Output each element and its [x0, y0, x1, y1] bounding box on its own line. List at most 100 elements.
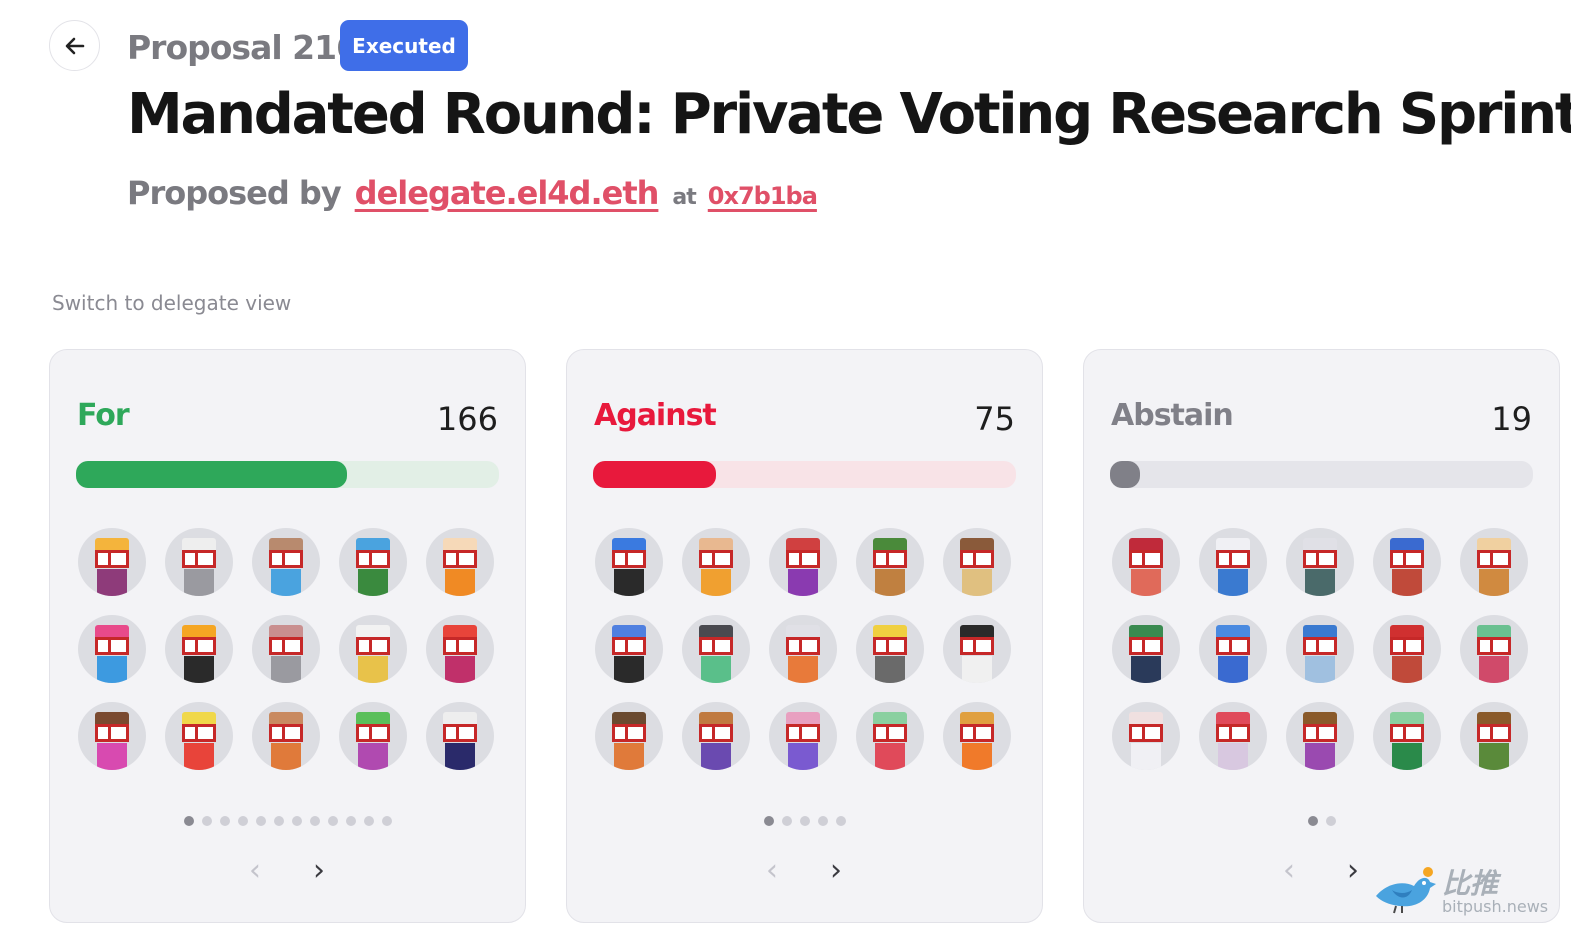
voter-avatar[interactable] [252, 528, 320, 596]
voter-avatar[interactable] [769, 528, 837, 596]
voter-avatar-grid [78, 528, 498, 774]
voter-avatar[interactable] [682, 528, 750, 596]
pagination-dot[interactable] [183, 816, 194, 826]
pagination-dots [50, 816, 525, 826]
voter-avatar[interactable] [943, 702, 1011, 770]
avatar-glasses [266, 637, 306, 655]
pagination-dot[interactable] [781, 816, 792, 826]
voter-avatar[interactable] [1373, 702, 1441, 770]
avatar-body [271, 656, 301, 683]
pagination-dot[interactable] [273, 816, 284, 826]
switch-to-delegate-view-link[interactable]: Switch to delegate view [52, 291, 291, 315]
avatar-body [1479, 743, 1509, 770]
voter-avatar[interactable] [1286, 615, 1354, 683]
pagination-dot[interactable] [799, 816, 810, 826]
voter-avatar[interactable] [943, 528, 1011, 596]
voter-avatar[interactable] [1112, 615, 1180, 683]
avatar-body [614, 656, 644, 683]
voter-avatar[interactable] [943, 615, 1011, 683]
avatar-glasses [870, 550, 910, 568]
chevron-left-icon[interactable]: ‹ [249, 856, 261, 886]
chevron-left-icon[interactable]: ‹ [1283, 856, 1295, 886]
pagination-dot[interactable] [327, 816, 338, 826]
pagination-dot[interactable] [1325, 816, 1336, 826]
avatar-glasses [1213, 550, 1253, 568]
voter-avatar[interactable] [78, 615, 146, 683]
avatar-glasses [1126, 724, 1166, 742]
avatar-glasses [440, 550, 480, 568]
voter-avatar[interactable] [1460, 528, 1528, 596]
avatar-body [1131, 743, 1161, 770]
voter-avatar[interactable] [1199, 702, 1267, 770]
voter-avatar[interactable] [1199, 615, 1267, 683]
avatar-body [358, 569, 388, 596]
pagination-dot[interactable] [363, 816, 374, 826]
voter-avatar[interactable] [1460, 615, 1528, 683]
voter-avatar[interactable] [682, 615, 750, 683]
watermark-cn: 比推 [1442, 867, 1499, 900]
pagination-dot[interactable] [309, 816, 320, 826]
pagination-dot[interactable] [835, 816, 846, 826]
voter-avatar[interactable] [1373, 528, 1441, 596]
voter-avatar[interactable] [856, 615, 924, 683]
voter-avatar[interactable] [339, 702, 407, 770]
chevron-right-icon[interactable]: › [313, 856, 325, 886]
avatar-body [1392, 743, 1422, 770]
voter-avatar[interactable] [856, 702, 924, 770]
voter-avatar[interactable] [426, 615, 494, 683]
proposal-number: Proposal 216 [127, 28, 359, 67]
transaction-link[interactable]: 0x7b1ba [708, 182, 818, 210]
voter-avatar[interactable] [595, 615, 663, 683]
pagination-dot[interactable] [255, 816, 266, 826]
back-button[interactable] [49, 20, 100, 71]
pagination-dot[interactable] [817, 816, 828, 826]
avatar-body [271, 743, 301, 770]
vote-card-against: Against 75 ‹ › [566, 349, 1043, 923]
voter-avatar[interactable] [856, 528, 924, 596]
avatar-body [788, 743, 818, 770]
vote-card-abstain: Abstain 19 ‹ › [1083, 349, 1560, 923]
voter-avatar[interactable] [252, 702, 320, 770]
voter-avatar-grid [1112, 528, 1532, 774]
pagination-dot[interactable] [201, 816, 212, 826]
voter-avatar[interactable] [426, 528, 494, 596]
voter-avatar[interactable] [165, 615, 233, 683]
voter-avatar[interactable] [769, 615, 837, 683]
voter-avatar[interactable] [78, 702, 146, 770]
pagination-dot[interactable] [291, 816, 302, 826]
voter-avatar[interactable] [339, 615, 407, 683]
voter-avatar[interactable] [595, 702, 663, 770]
pagination-dot[interactable] [237, 816, 248, 826]
pagination-dot[interactable] [345, 816, 356, 826]
voter-avatar[interactable] [1460, 702, 1528, 770]
avatar-body [1392, 656, 1422, 683]
voter-avatar[interactable] [426, 702, 494, 770]
chevron-right-icon[interactable]: › [1347, 856, 1359, 886]
proposer-link[interactable]: delegate.el4d.eth [355, 174, 660, 212]
voter-avatar[interactable] [769, 702, 837, 770]
voter-avatar[interactable] [1199, 528, 1267, 596]
voter-avatar[interactable] [595, 528, 663, 596]
voter-avatar[interactable] [78, 528, 146, 596]
voter-avatar[interactable] [165, 702, 233, 770]
voter-avatar[interactable] [165, 528, 233, 596]
voter-avatar[interactable] [252, 615, 320, 683]
chevron-left-icon[interactable]: ‹ [766, 856, 778, 886]
voter-avatar[interactable] [1373, 615, 1441, 683]
pagination-dot[interactable] [219, 816, 230, 826]
vote-card-count: 75 [974, 400, 1015, 438]
pagination-dot[interactable] [763, 816, 774, 826]
pagination-dot[interactable] [1307, 816, 1318, 826]
voter-avatar[interactable] [1286, 702, 1354, 770]
voter-avatar[interactable] [1112, 528, 1180, 596]
voter-avatar[interactable] [339, 528, 407, 596]
pagination-dot[interactable] [381, 816, 392, 826]
vote-card-for: For 166 ‹ › [49, 349, 526, 923]
vote-card-label: Abstain [1111, 398, 1234, 433]
avatar-glasses [179, 550, 219, 568]
voter-avatar[interactable] [682, 702, 750, 770]
voter-avatar[interactable] [1286, 528, 1354, 596]
chevron-right-icon[interactable]: › [830, 856, 842, 886]
avatar-body [1218, 743, 1248, 770]
voter-avatar[interactable] [1112, 702, 1180, 770]
